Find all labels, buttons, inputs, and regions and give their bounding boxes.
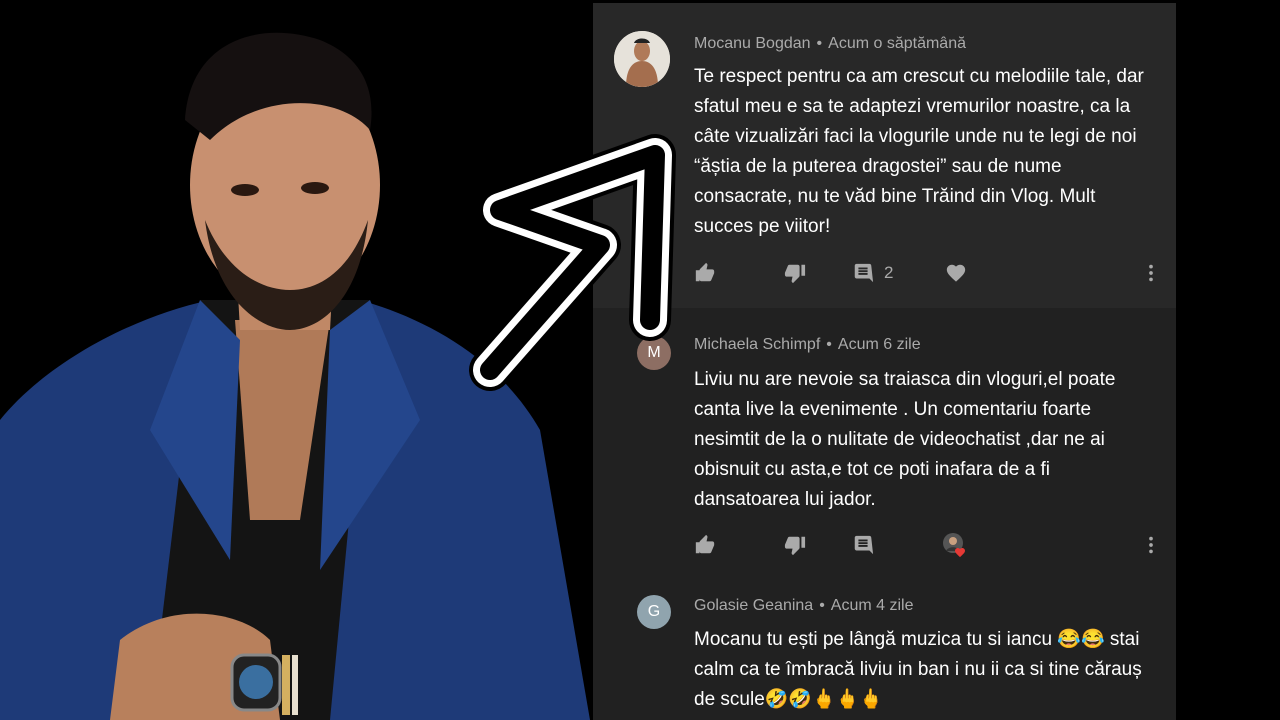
more-vert-icon (1149, 264, 1153, 282)
creator-heart-icon (943, 533, 965, 558)
thumb-up-icon (695, 262, 715, 282)
heart-icon (946, 264, 966, 282)
comment-actions: 2 (694, 261, 1164, 287)
reply-count: 2 (884, 263, 894, 282)
comment-meta: Golasie Geanina • Acum 4 zile (694, 597, 914, 615)
meta-separator: • (826, 336, 832, 353)
person-photo (0, 0, 590, 720)
author-name[interactable]: Golasie Geanina (694, 597, 813, 614)
comment-meta: Mocanu Bogdan • Acum o săptămână (694, 35, 966, 53)
thumb-down-icon (784, 264, 806, 284)
comment-time[interactable]: Acum o săptămână (828, 35, 966, 52)
more-button[interactable] (1140, 261, 1162, 285)
dislike-button[interactable] (784, 533, 806, 557)
heart-button[interactable] (945, 261, 967, 285)
meta-separator: • (816, 35, 823, 52)
thumb-down-icon (784, 536, 806, 556)
comment-text: Te respect pentru ca am crescut cu melod… (694, 66, 1144, 237)
reply-button[interactable]: 2 (852, 261, 893, 285)
avatar[interactable]: M (637, 336, 671, 370)
author-name[interactable]: Michaela Schimpf (694, 336, 820, 353)
thumb-up-icon (695, 534, 715, 554)
more-button[interactable] (1140, 533, 1162, 557)
author-name[interactable]: Mocanu Bogdan (694, 35, 811, 52)
reply-icon (854, 535, 874, 555)
reply-button[interactable] (852, 533, 874, 557)
meta-separator: • (819, 597, 825, 614)
comment-actions (694, 533, 1164, 559)
comment-text: Mocanu tu ești pe lângă muzica tu si ian… (694, 629, 1142, 710)
like-button[interactable] (694, 533, 716, 557)
like-button[interactable] (694, 261, 716, 285)
creator-heart-badge (942, 533, 968, 558)
comment-meta: Michaela Schimpf • Acum 6 zile (694, 336, 921, 354)
comments-panel: Mocanu Bogdan • Acum o săptămână Te respec… (593, 3, 1176, 720)
comment-time[interactable]: Acum 4 zile (831, 597, 914, 614)
avatar-photo-icon (614, 31, 670, 87)
reply-icon (854, 263, 874, 283)
comment-text: Liviu nu are nevoie sa traiasca din vlog… (694, 369, 1116, 510)
avatar[interactable]: G (637, 595, 671, 629)
avatar[interactable] (614, 31, 670, 87)
more-vert-icon (1149, 536, 1153, 554)
comment-time[interactable]: Acum 6 zile (838, 336, 921, 353)
dislike-button[interactable] (784, 261, 806, 285)
